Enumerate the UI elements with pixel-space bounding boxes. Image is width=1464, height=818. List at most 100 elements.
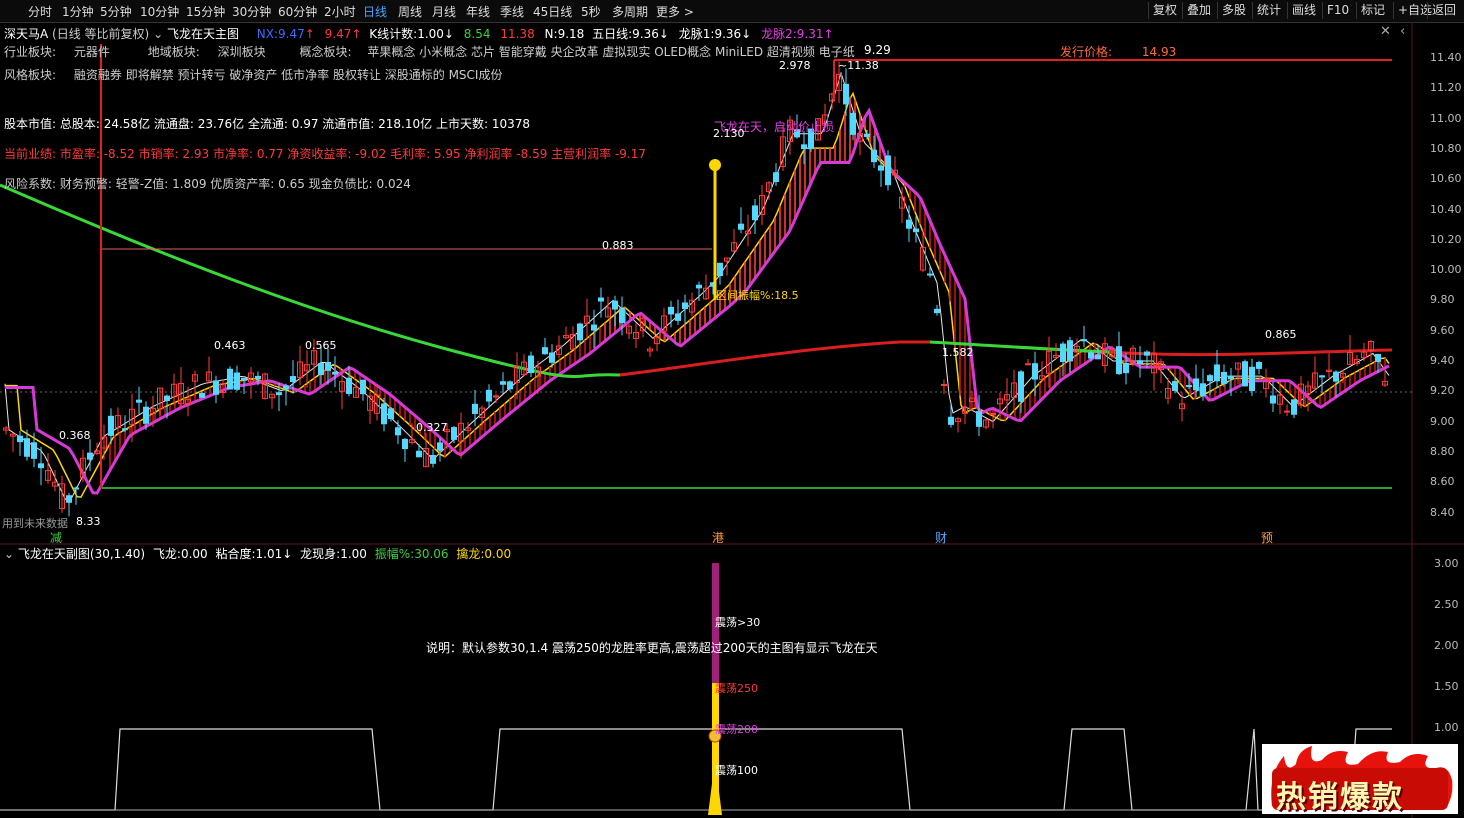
marker-reduce[interactable]: 减 [50,529,62,546]
capital-row: 股本市值: 总股本: 24.58亿 流通盘: 23.76亿 全流通: 0.97 … [4,117,530,131]
candle-body [878,165,884,171]
candle-body [24,438,30,457]
candle-body [493,395,499,398]
candle-body [325,361,331,371]
candle-body [542,347,548,355]
candle-body [1095,354,1101,360]
marker-hk[interactable]: 港 [712,529,724,546]
candle-body [612,300,618,310]
candle-body [1375,353,1381,362]
candle-body [1123,362,1129,374]
candle-body [948,416,954,425]
candle-body [234,372,240,390]
price-tick: 10.00 [1430,263,1462,277]
candle-body [500,381,506,385]
price-tick: 11.20 [1430,81,1462,95]
price-tick: 11.40 [1430,51,1462,64]
price-tick: 10.40 [1430,202,1462,216]
candle-body [227,368,233,390]
marker-forecast[interactable]: 预 [1261,529,1273,546]
sub-title[interactable]: 飞龙在天副图(30,1.40) [18,547,145,561]
candle-body [38,463,44,469]
issue-label: 发行价格: [1060,45,1113,59]
candle-body [1144,351,1150,356]
candle-body [486,389,492,402]
candle-body [738,223,744,230]
candle-body [416,450,422,458]
price-tick: 9.40 [1430,354,1455,367]
catch-label: 擒龙: [456,547,485,561]
candle-body [1284,410,1290,413]
candle-body [864,133,870,137]
amp-value: 30.06 [414,547,449,561]
candle-body [1333,371,1339,382]
candle-body [1060,343,1066,362]
candle-body [437,442,443,451]
candle-body [346,377,352,394]
candle-body [1270,395,1276,404]
candle-body [577,323,583,341]
candle-body [1186,385,1192,388]
candle-body [199,392,205,398]
issue-price: 发行价格: 14.93 [1060,43,1176,60]
candle-body [255,375,261,380]
candle-body [1025,363,1031,366]
dragon-value: 1.00 [340,547,367,561]
candle-body [1032,363,1038,380]
candle-body [871,149,877,163]
price-tick: 8.80 [1430,444,1455,458]
candle-body [136,399,142,403]
candle-body [1242,361,1248,387]
industry-row: 行业板块: 元器件 地域板块: 深圳板块 概念板块: 苹果概念 小米概念 芯片 … [4,43,855,60]
style-value[interactable]: 融资融券 即将解禁 预计转亏 破净资产 低市净率 股权转让 深股通标的 MSCI… [74,68,503,82]
candle-body [619,308,625,324]
candle-body [1291,399,1297,415]
candle-body [66,495,72,503]
candle-body [1228,375,1234,380]
candle-body [675,313,681,321]
industry-value[interactable]: 元器件 [74,45,110,59]
sub-tick: 2.50 [1434,598,1459,611]
candle-body [843,83,849,105]
candle-body [1137,360,1143,365]
chevron-down-icon[interactable]: ⌄ [4,547,14,561]
amplitude-label: 区间振幅%:18.5 [716,289,799,302]
zone-250: 震荡250 [715,682,758,695]
concept-value[interactable]: 苹果概念 小米概念 芯片 智能穿戴 央企改革 虚拟现实 OLED概念 MiniL… [367,45,854,59]
candle-body [934,308,940,314]
candle-body [1116,346,1122,375]
candle-body [381,403,387,425]
style-label: 风格板块: [4,68,57,82]
candle-body [1172,381,1178,391]
candle-body [696,284,702,289]
industry-label: 行业板块: [4,45,57,59]
candle-body [1018,371,1024,402]
candle-body [1081,339,1087,342]
price-tick: 9.20 [1430,384,1455,398]
price-tick: 10.20 [1430,232,1462,246]
candle-body [1319,375,1325,378]
candle-body [1249,366,1255,392]
candle-body [318,363,324,376]
region-value[interactable]: 深圳板块 [218,45,266,59]
candle-body [290,376,296,382]
candle-body [87,452,93,460]
issue-value: 14.93 [1141,45,1177,59]
marker-finance[interactable]: 财 [935,529,947,546]
price-tick: 9.80 [1430,293,1455,307]
sub-tick: 1.50 [1434,680,1459,693]
sub-header: ⌄ 飞龙在天副图(30,1.40) 飞龙:0.00 粘合度:1.01↓ 龙现身:… [4,547,512,561]
candle-body [388,408,394,420]
price-tick: 9.60 [1430,323,1455,337]
candle-body [276,392,282,396]
risk-row: 风险系数: 财务预警: 轻警-Z值: 1.809 优质资产率: 0.65 现金负… [4,177,411,191]
sub-line [0,728,1392,811]
candle-body [73,487,79,490]
candle-body [1214,364,1220,382]
label-0368: 0.368 [59,429,91,442]
money-bag-icon [709,159,721,171]
candle-body [122,428,128,431]
recent-high-value: 9.29 [864,43,891,57]
candle-body [213,380,219,395]
price-tick: 8.40 [1430,505,1455,519]
